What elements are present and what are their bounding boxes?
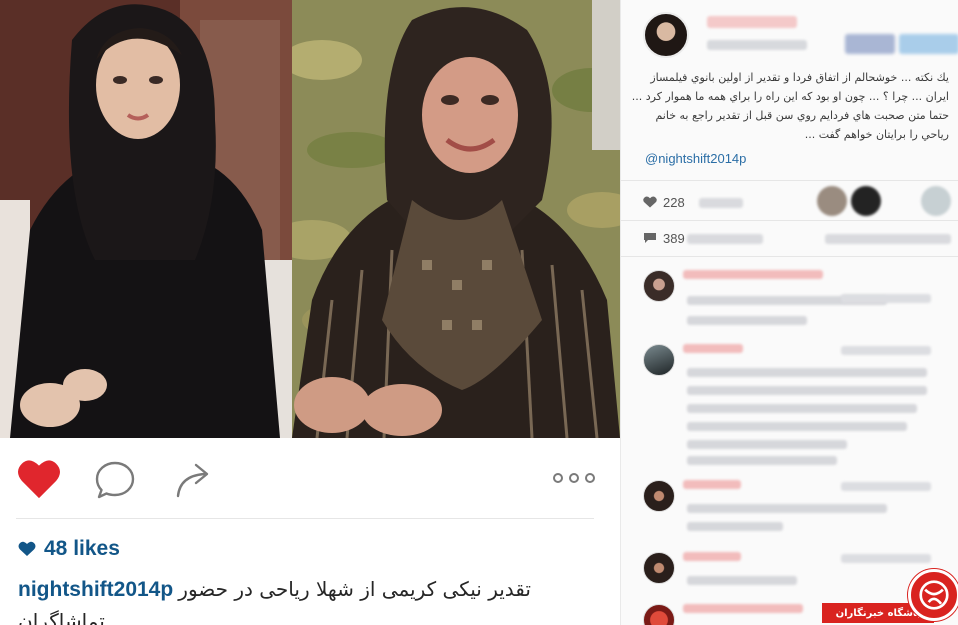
like-button[interactable] [16,458,62,500]
comment-button[interactable] [94,460,136,500]
likes-stat[interactable]: 228 [643,191,685,213]
comment-text [687,368,927,377]
commenter-avatar[interactable] [643,270,675,302]
comment-text [687,456,837,465]
divider [621,220,958,221]
globe-icon [919,580,949,610]
blurred-date [707,40,807,50]
post-photo-left [0,0,292,438]
comment-text [687,440,847,449]
share-button[interactable] [174,460,214,500]
commenter-avatar[interactable] [643,552,675,584]
comment-text [687,386,927,395]
post-photo-right [292,0,620,438]
speech-bubble-icon [644,233,656,243]
instagram-screenshot: 48 likes nightshift2014p تقدیر نیکی کریم… [0,0,958,625]
caption-text-line2: تماشاگران [18,609,105,625]
small-heart-icon [18,541,36,556]
commenter-name[interactable] [683,270,823,279]
comment-text [687,404,917,413]
divider [621,180,958,181]
comment-date [841,554,931,563]
liker-avatar[interactable] [921,186,951,216]
caption-text-line1: تقدیر نیکی کریمی از شهلا ریاحی در حضور [178,577,531,601]
blurred-comments-label [687,234,763,244]
post-side-panel: يك نكته ... خوشحالم از اتفاق فردا و تقدي… [620,0,958,625]
divider [621,256,958,257]
side-header [621,0,958,64]
blurred-likes-label [699,198,743,208]
caption: nightshift2014p تقدیر نیکی کریمی از شهلا… [18,574,598,625]
photo-left-illustration [0,0,292,438]
watermark-emblem [908,569,958,621]
blurred-username [707,16,797,28]
likes-count: 48 likes [44,537,120,560]
share-icon [176,463,209,498]
commenter-avatar[interactable] [643,480,675,512]
comment-date [841,482,931,491]
commenter-name[interactable] [683,604,803,613]
comment-date [841,346,931,355]
comment-text [687,522,783,531]
divider [16,518,594,519]
blurred-tweet-button[interactable] [899,34,958,54]
comments-stat-count: 389 [663,230,685,246]
action-row [16,458,596,502]
comments-stat[interactable]: 389 [643,227,685,249]
more-options-button[interactable] [552,468,596,488]
heart-filled-icon [18,460,60,499]
caption-username[interactable]: nightshift2014p [18,578,173,601]
comment-text [687,504,887,513]
more-icon [553,473,595,483]
post-description: يك نكته ... خوشحالم از اتفاق فردا و تقدي… [631,71,949,141]
commenter-avatar[interactable] [643,344,675,376]
mention-link[interactable]: @nightshift2014p [645,151,746,166]
comment-item [643,480,949,538]
blurred-show-all-link[interactable] [825,234,951,244]
blurred-share-button[interactable] [845,34,895,54]
avatar[interactable] [643,12,689,58]
comment-text [687,576,797,585]
comment-text [687,316,807,325]
comment-text [687,422,907,431]
likes-row[interactable]: 48 likes [18,536,120,562]
liker-avatar[interactable] [817,186,847,216]
comment-icon [95,461,135,499]
photo-right-illustration [292,0,620,438]
commenter-avatar[interactable] [643,604,675,625]
comment-item [643,344,949,465]
commenter-name[interactable] [683,344,743,353]
watermark-logo: باشگاه خبرنگاران [822,569,958,625]
commenter-name[interactable] [683,552,741,561]
comment-date [841,294,931,303]
post-footer: 48 likes nightshift2014p تقدیر نیکی کریم… [0,438,620,625]
commenter-name[interactable] [683,480,741,489]
likes-stat-count: 228 [663,194,685,210]
comment-item [643,270,949,330]
liker-avatar[interactable] [851,186,881,216]
small-heart-icon [643,196,657,208]
